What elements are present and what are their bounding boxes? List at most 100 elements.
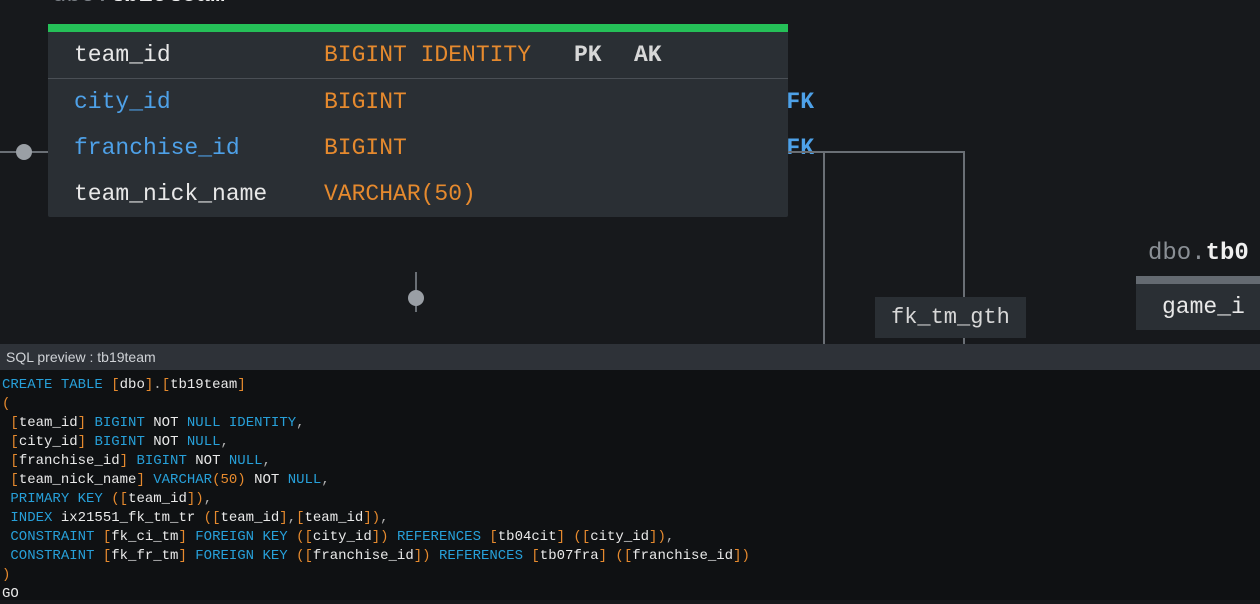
kw-not: NOT [195, 453, 220, 469]
comma: , [666, 529, 674, 545]
sql-col: city_id [313, 529, 372, 545]
sql-preview-code[interactable]: CREATE TABLE [dbo].[tb19team] ( [team_id… [0, 370, 1260, 600]
bracket: [ [10, 415, 18, 431]
paren: ( [2, 396, 10, 412]
column-type: BIGINT [324, 89, 574, 115]
bracket: ] [178, 548, 186, 564]
pk-badge: PK [574, 42, 634, 68]
sql-ref-col: franchise_id [632, 548, 733, 564]
paren: ( [573, 529, 581, 545]
bracket: [ [305, 529, 313, 545]
sql-schema: dbo [120, 377, 145, 393]
comma: , [288, 510, 296, 526]
column-row[interactable]: franchise_id BIGINT FK [48, 125, 788, 171]
bracket: [ [305, 548, 313, 564]
sql-type: VARCHAR [153, 472, 212, 488]
paren: ) [657, 529, 665, 545]
bracket: ] [178, 529, 186, 545]
column-name: game_i [1136, 284, 1260, 330]
paren: ( [296, 548, 304, 564]
paren: ( [111, 491, 119, 507]
bracket: [ [10, 472, 18, 488]
column-type: BIGINT IDENTITY [324, 42, 574, 68]
kw-primary: PRIMARY [10, 491, 69, 507]
sql-fk-name: fk_ci_tm [111, 529, 178, 545]
paren: ( [615, 548, 623, 564]
kw-references: REFERENCES [439, 548, 523, 564]
dot: . [1191, 240, 1205, 267]
bracket: ] [279, 510, 287, 526]
sql-type: BIGINT [136, 453, 186, 469]
kw-references: REFERENCES [397, 529, 481, 545]
paren: ) [372, 510, 380, 526]
schema-name: dbo [52, 0, 95, 9]
column-type: VARCHAR(50) [324, 181, 574, 207]
er-diagram-canvas[interactable]: dbo.tb19team team_id BIGINT IDENTITY PK … [0, 0, 1260, 344]
kw-create: CREATE [2, 377, 52, 393]
table-card-other[interactable]: game_i [1136, 276, 1260, 330]
bracket: [ [582, 529, 590, 545]
comma: , [380, 510, 388, 526]
table-header-bar [48, 24, 788, 32]
bracket: ] [363, 510, 371, 526]
dot: . [153, 377, 161, 393]
kw-foreign: FOREIGN [195, 529, 254, 545]
sql-col: franchise_id [19, 453, 120, 469]
bracket: [ [296, 510, 304, 526]
comma: , [263, 453, 271, 469]
sql-type: BIGINT [94, 434, 144, 450]
column-row[interactable]: team_nick_name VARCHAR(50) [48, 171, 788, 217]
column-row[interactable]: team_id BIGINT IDENTITY PK AK [48, 32, 788, 79]
paren: ) [741, 548, 749, 564]
bracket: ] [372, 529, 380, 545]
kw-null: NULL [187, 434, 221, 450]
bracket: ] [78, 434, 86, 450]
kw-not: NOT [153, 415, 178, 431]
bracket: ] [237, 377, 245, 393]
table-name: tb0 [1206, 240, 1249, 267]
columns-list: team_id BIGINT IDENTITY PK AK city_id BI… [48, 32, 788, 217]
fk-badge: FK [694, 135, 814, 161]
kw-identity: IDENTITY [229, 415, 296, 431]
schema-name: dbo [1148, 240, 1191, 267]
column-name: team_nick_name [74, 181, 324, 207]
sql-preview-label: SQL preview : tb19team [6, 349, 156, 365]
bracket: ] [136, 472, 144, 488]
column-name: team_id [74, 42, 324, 68]
comma: , [296, 415, 304, 431]
bracket: ] [414, 548, 422, 564]
other-table-title: dbo.tb0 [1148, 236, 1249, 271]
column-name: franchise_id [74, 135, 324, 161]
kw-foreign: FOREIGN [195, 548, 254, 564]
column-row[interactable]: city_id BIGINT FK [48, 79, 788, 125]
paren: ( [296, 529, 304, 545]
sql-type: BIGINT [94, 415, 144, 431]
fk-badge: FK [694, 89, 814, 115]
bracket: [ [162, 377, 170, 393]
bracket: [ [103, 529, 111, 545]
bracket: ] [120, 453, 128, 469]
bracket: [ [111, 377, 119, 393]
sql-col: team_nick_name [19, 472, 137, 488]
fk-relation-label[interactable]: fk_tm_gth [875, 297, 1026, 338]
bracket: [ [103, 548, 111, 564]
paren: ) [195, 491, 203, 507]
kw-null: NULL [187, 415, 221, 431]
connector-line [823, 151, 825, 344]
sql-preview-bar[interactable]: SQL preview : tb19team [0, 344, 1260, 370]
sql-num: 50 [220, 472, 237, 488]
table-card-tb19team[interactable]: team_id BIGINT IDENTITY PK AK city_id BI… [48, 24, 788, 217]
bracket: [ [120, 491, 128, 507]
bracket: ] [557, 529, 565, 545]
sql-col: team_id [19, 415, 78, 431]
paren: ) [237, 472, 245, 488]
table-header-bar [1136, 276, 1260, 284]
sql-ref-table: tb07fra [540, 548, 599, 564]
kw-table: TABLE [61, 377, 103, 393]
sql-table-name: tb19team [170, 377, 237, 393]
table-title: dbo.tb19team [52, 0, 225, 9]
paren: ) [380, 529, 388, 545]
sql-col: franchise_id [313, 548, 414, 564]
bracket: [ [10, 453, 18, 469]
sql-col: team_id [128, 491, 187, 507]
